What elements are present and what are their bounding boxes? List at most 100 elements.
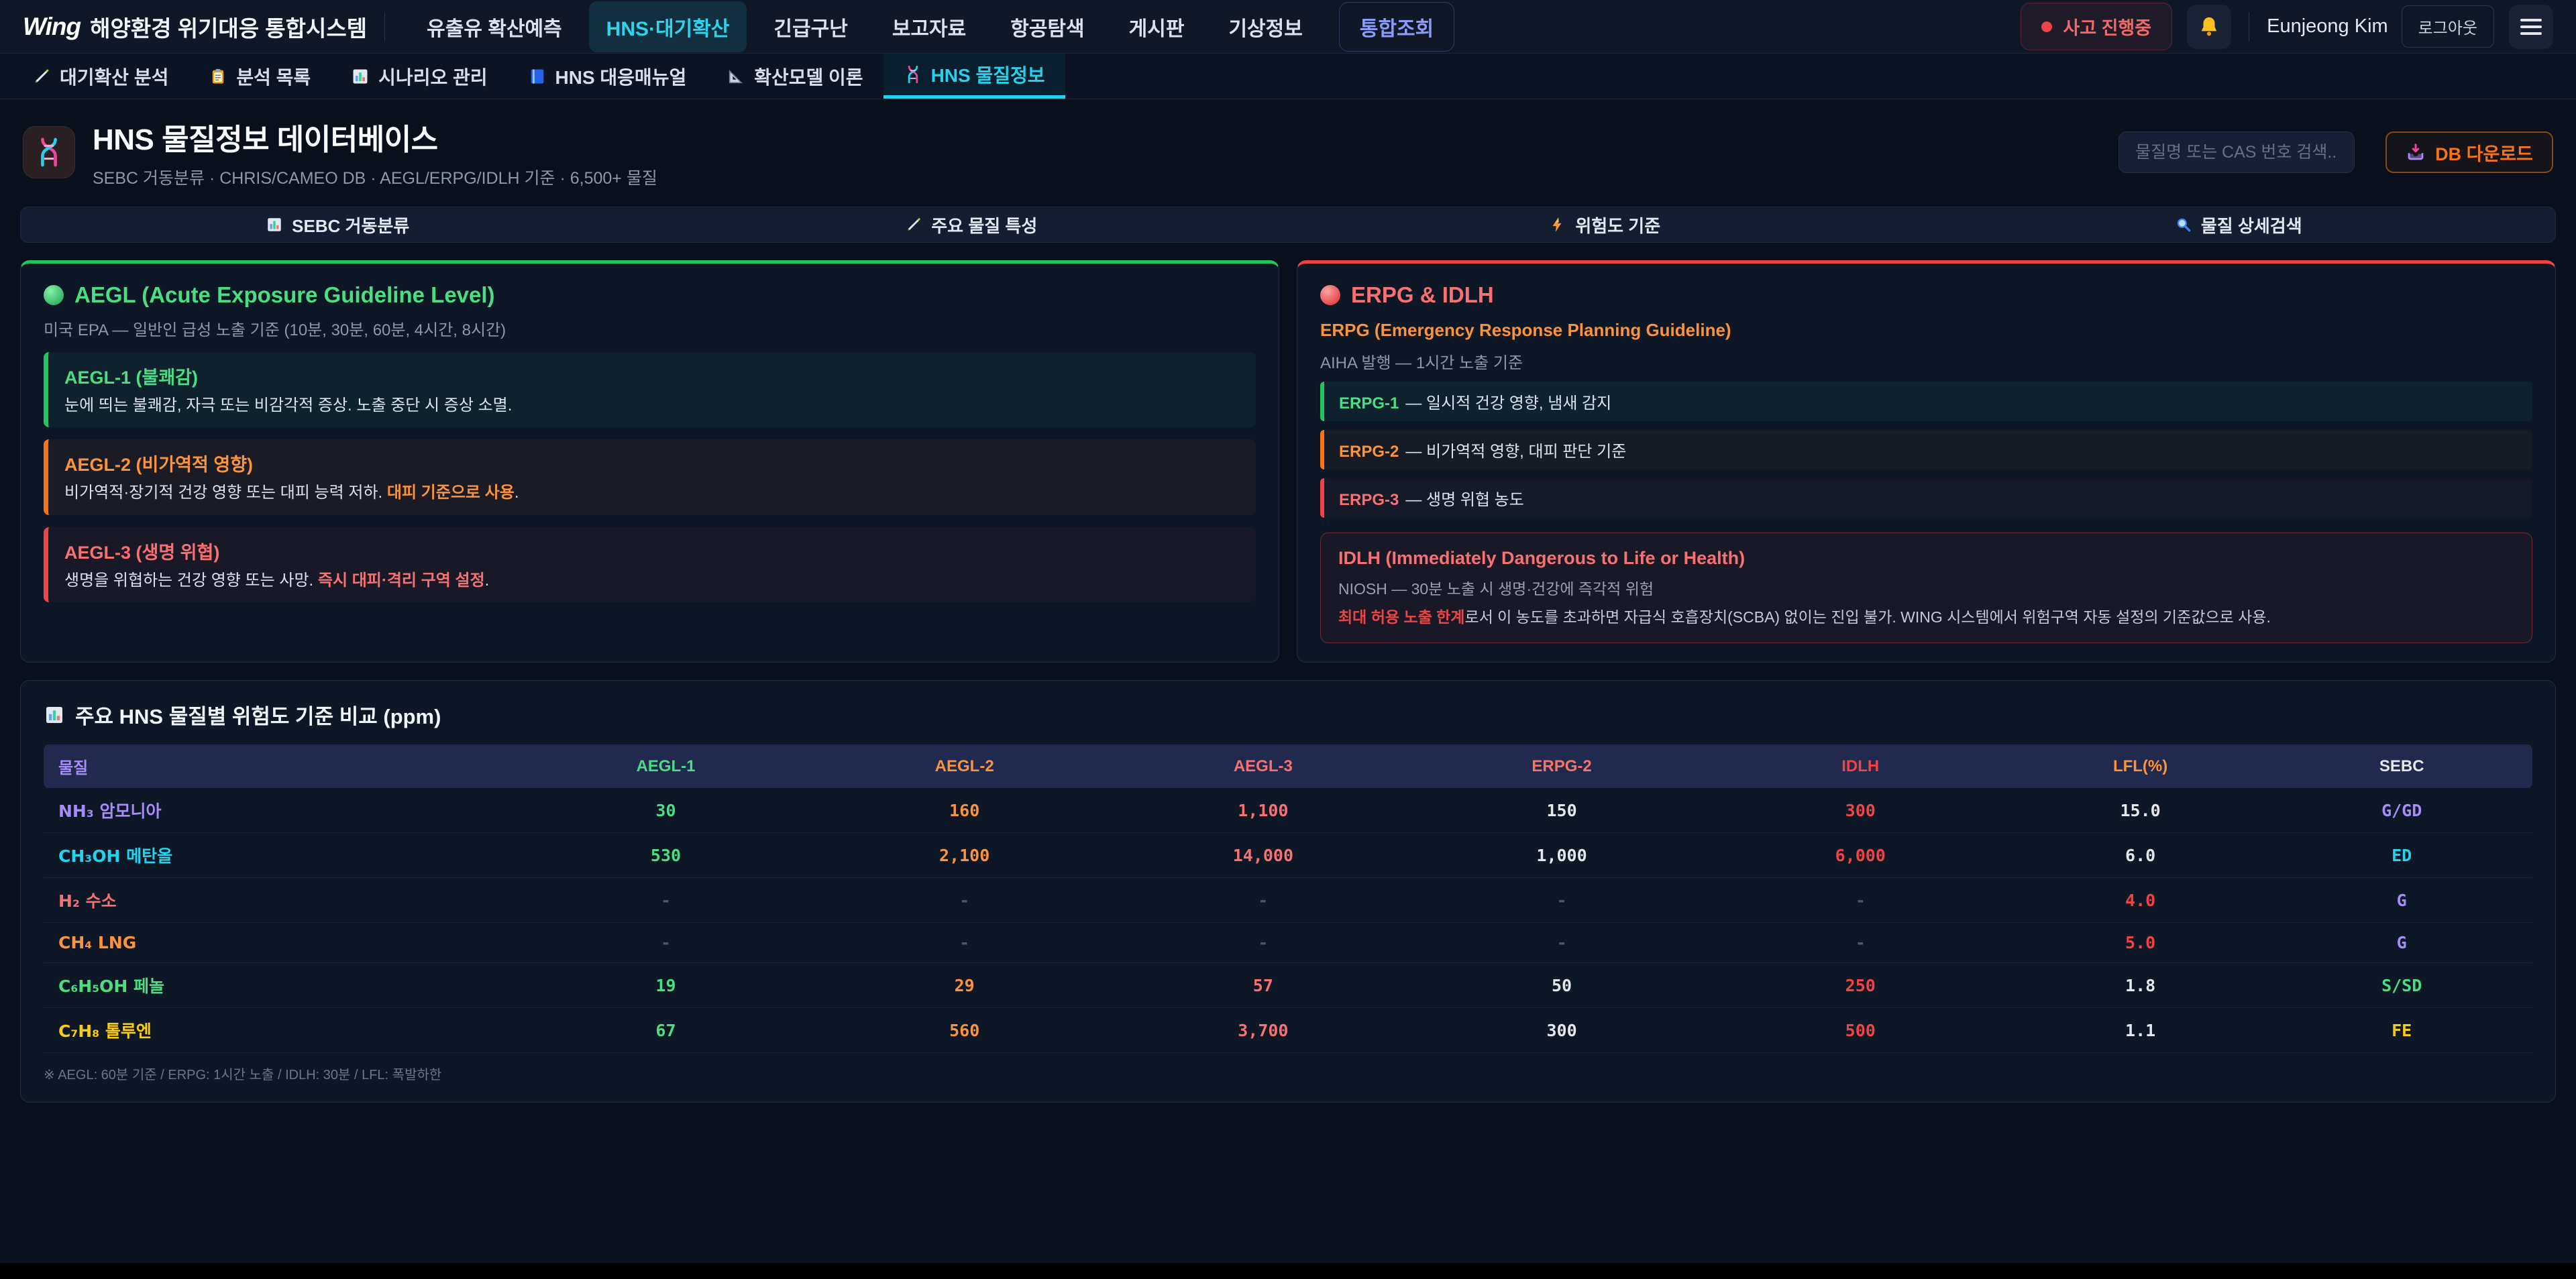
nav-item-emergency-rescue[interactable]: 긴급구난 (756, 1, 865, 52)
app-title: 해양환경 위기대응 통합시스템 (90, 11, 367, 43)
table-row-hydrogen: H₂ 수소 - - - - - 4.0 G (44, 878, 2532, 923)
cell-idlh: - (1711, 878, 2010, 923)
tab-scenario-management[interactable]: 시나리오 관리 (331, 54, 507, 99)
lightning-icon (1549, 216, 1566, 233)
cell-aegl1: 30 (517, 788, 815, 833)
cell-erpg2: 300 (1412, 1008, 1711, 1053)
section-tab-detail-search[interactable]: 물질 상세검색 (1922, 207, 2556, 242)
dna-icon (23, 126, 75, 178)
cell-erpg2: - (1412, 923, 1711, 963)
cell-aegl3: - (1114, 878, 1412, 923)
table-title: 주요 HNS 물질별 위험도 기준 비교 (ppm) (75, 700, 441, 730)
cell-lfl: 6.0 (2010, 833, 2271, 878)
aegl-1-description: 눈에 띄는 불쾌감, 자극 또는 비감각적 증상. 노출 중단 시 증상 소멸. (64, 395, 1240, 416)
nav-item-weather-info[interactable]: 기상정보 (1211, 1, 1320, 52)
col-header-sebc: SEBC (2271, 744, 2532, 788)
cell-sebc: G (2271, 923, 2532, 963)
logout-button[interactable]: 로그아웃 (2402, 5, 2494, 48)
aegl-1-item: AEGL-1 (불쾌감) 눈에 띄는 불쾌감, 자극 또는 비감각적 증상. 노… (44, 352, 1256, 427)
idlh-note: 최대 허용 노출 한계로서 이 농도를 초과하면 자급식 호흡장치(SCBA) … (1338, 606, 2514, 628)
incident-status-badge: 사고 진행중 (2021, 3, 2172, 50)
erpg-panel-title: ERPG & IDLH (1351, 282, 1494, 308)
cell-aegl2: 160 (815, 788, 1114, 833)
menu-button[interactable] (2509, 5, 2553, 49)
cell-sebc: FE (2271, 1008, 2532, 1053)
cell-erpg2: 1,000 (1412, 833, 1711, 878)
cell-substance: NH₃ 암모니아 (44, 788, 517, 833)
section-tab-label: 위험도 기준 (1575, 213, 1660, 237)
bar-chart-icon (44, 704, 65, 726)
notifications-button[interactable] (2187, 5, 2231, 49)
aegl-3-item: AEGL-3 (생명 위협) 생명을 위협하는 건강 영향 또는 사망. 즉시 … (44, 527, 1256, 602)
cell-aegl1: 67 (517, 1008, 815, 1053)
table-row-methanol: CH₃OH 메탄올 530 2,100 14,000 1,000 6,000 6… (44, 833, 2532, 878)
cell-sebc: S/SD (2271, 963, 2532, 1008)
cell-aegl1: 530 (517, 833, 815, 878)
tab-hns-substance-info[interactable]: HNS 물질정보 (883, 54, 1065, 99)
cell-lfl: 4.0 (2010, 878, 2271, 923)
clipboard-icon (209, 67, 227, 86)
section-tab-risk-criteria[interactable]: 위험도 기준 (1288, 207, 1922, 242)
cell-lfl: 5.0 (2010, 923, 2271, 963)
cell-aegl2: - (815, 923, 1114, 963)
top-navigation-bar: Wing 해양환경 위기대응 통합시스템 유출유 확산예측 HNS·대기확산 긴… (0, 0, 2576, 54)
sub-tab-bar: 대기확산 분석 분석 목록 시나리오 관리 HNS 대응매뉴얼 확산모델 (0, 54, 2576, 99)
tab-hns-manual[interactable]: HNS 대응매뉴얼 (508, 54, 707, 99)
tab-diffusion-model-theory[interactable]: 확산모델 이론 (706, 54, 883, 99)
nav-item-integrated-search[interactable]: 통합조회 (1339, 2, 1454, 52)
erpg-2-label: ERPG-2 (1339, 443, 1399, 461)
red-dot-icon (1320, 285, 1340, 305)
green-dot-icon (44, 285, 64, 305)
table-row-phenol: C₆H₅OH 페놀 19 29 57 50 250 1.8 S/SD (44, 963, 2532, 1008)
section-tab-sebc[interactable]: SEBC 거동분류 (21, 207, 655, 242)
tab-label: 시나리오 관리 (378, 63, 487, 90)
erpg-subtitle: AIHA 발행 — 1시간 노출 기준 (1320, 349, 2532, 373)
tab-label: 대기확산 분석 (60, 63, 168, 90)
tab-label: 분석 목록 (236, 63, 311, 90)
col-header-substance: 물질 (44, 744, 517, 788)
cell-substance: H₂ 수소 (44, 878, 517, 923)
main-nav: 유출유 확산예측 HNS·대기확산 긴급구난 보고자료 항공탐색 게시판 기상정… (409, 1, 1454, 52)
nav-item-board[interactable]: 게시판 (1112, 1, 1202, 52)
erpg-heading: ERPG (Emergency Response Planning Guidel… (1320, 320, 2532, 341)
cell-substance: C₇H₈ 톨루엔 (44, 1008, 517, 1053)
comparison-table-card: 주요 HNS 물질별 위험도 기준 비교 (ppm) 물질 AEGL-1 AEG… (20, 680, 2556, 1103)
divider (384, 12, 385, 42)
substance-search-input[interactable] (2118, 131, 2355, 173)
tab-label: HNS 물질정보 (931, 61, 1045, 88)
cell-idlh: 300 (1711, 788, 2010, 833)
nav-item-reports[interactable]: 보고자료 (875, 1, 983, 52)
table-footnote: ※ AEGL: 60분 기준 / ERPG: 1시간 노출 / IDLH: 30… (44, 1064, 2532, 1083)
db-download-label: DB 다운로드 (2435, 140, 2533, 166)
bar-chart-icon (266, 216, 283, 233)
tab-analysis-list[interactable]: 분석 목록 (189, 54, 331, 99)
db-download-button[interactable]: DB 다운로드 (2385, 131, 2553, 173)
table-row-ammonia: NH₃ 암모니아 30 160 1,100 150 300 15.0 G/GD (44, 788, 2532, 833)
cell-aegl1: - (517, 878, 815, 923)
aegl-3-title: AEGL-3 (생명 위협) (64, 538, 1240, 564)
section-tab-properties[interactable]: 주요 물질 특성 (655, 207, 1289, 242)
brand-home-link[interactable]: Wing 해양환경 위기대응 통합시스템 (23, 11, 367, 43)
aegl-2-description: 비가역적·장기적 건강 영향 또는 대피 능력 저하. 대피 기준으로 사용. (64, 482, 1240, 504)
col-header-aegl1: AEGL-1 (517, 744, 815, 788)
table-header-row: 물질 AEGL-1 AEGL-2 AEGL-3 ERPG-2 IDLH LFL(… (44, 744, 2532, 788)
cell-idlh: - (1711, 923, 2010, 963)
cell-aegl1: 19 (517, 963, 815, 1008)
tab-air-diffusion-analysis[interactable]: 대기확산 분석 (12, 54, 189, 99)
cell-aegl2: 560 (815, 1008, 1114, 1053)
cell-aegl1: - (517, 923, 815, 963)
cell-erpg2: - (1412, 878, 1711, 923)
idlh-subtitle: NIOSH — 30분 노출 시 생명·건강에 즉각적 위험 (1338, 576, 2514, 599)
book-icon (528, 67, 547, 86)
nav-item-aerial-search[interactable]: 항공탐색 (993, 1, 1102, 52)
cell-aegl3: 14,000 (1114, 833, 1412, 878)
search-icon (2175, 216, 2192, 233)
nav-item-oil-diffusion[interactable]: 유출유 확산예측 (409, 1, 580, 52)
erpg-3-row: ERPG-3— 생명 위협 농도 (1320, 478, 2532, 518)
aegl-panel: AEGL (Acute Exposure Guideline Level) 미국… (20, 260, 1279, 663)
nav-item-hns-air-diffusion[interactable]: HNS·대기확산 (589, 1, 747, 52)
hamburger-icon (2520, 19, 2542, 35)
section-tab-label: 주요 물질 특성 (931, 213, 1037, 237)
cell-lfl: 1.8 (2010, 963, 2271, 1008)
cell-idlh: 6,000 (1711, 833, 2010, 878)
